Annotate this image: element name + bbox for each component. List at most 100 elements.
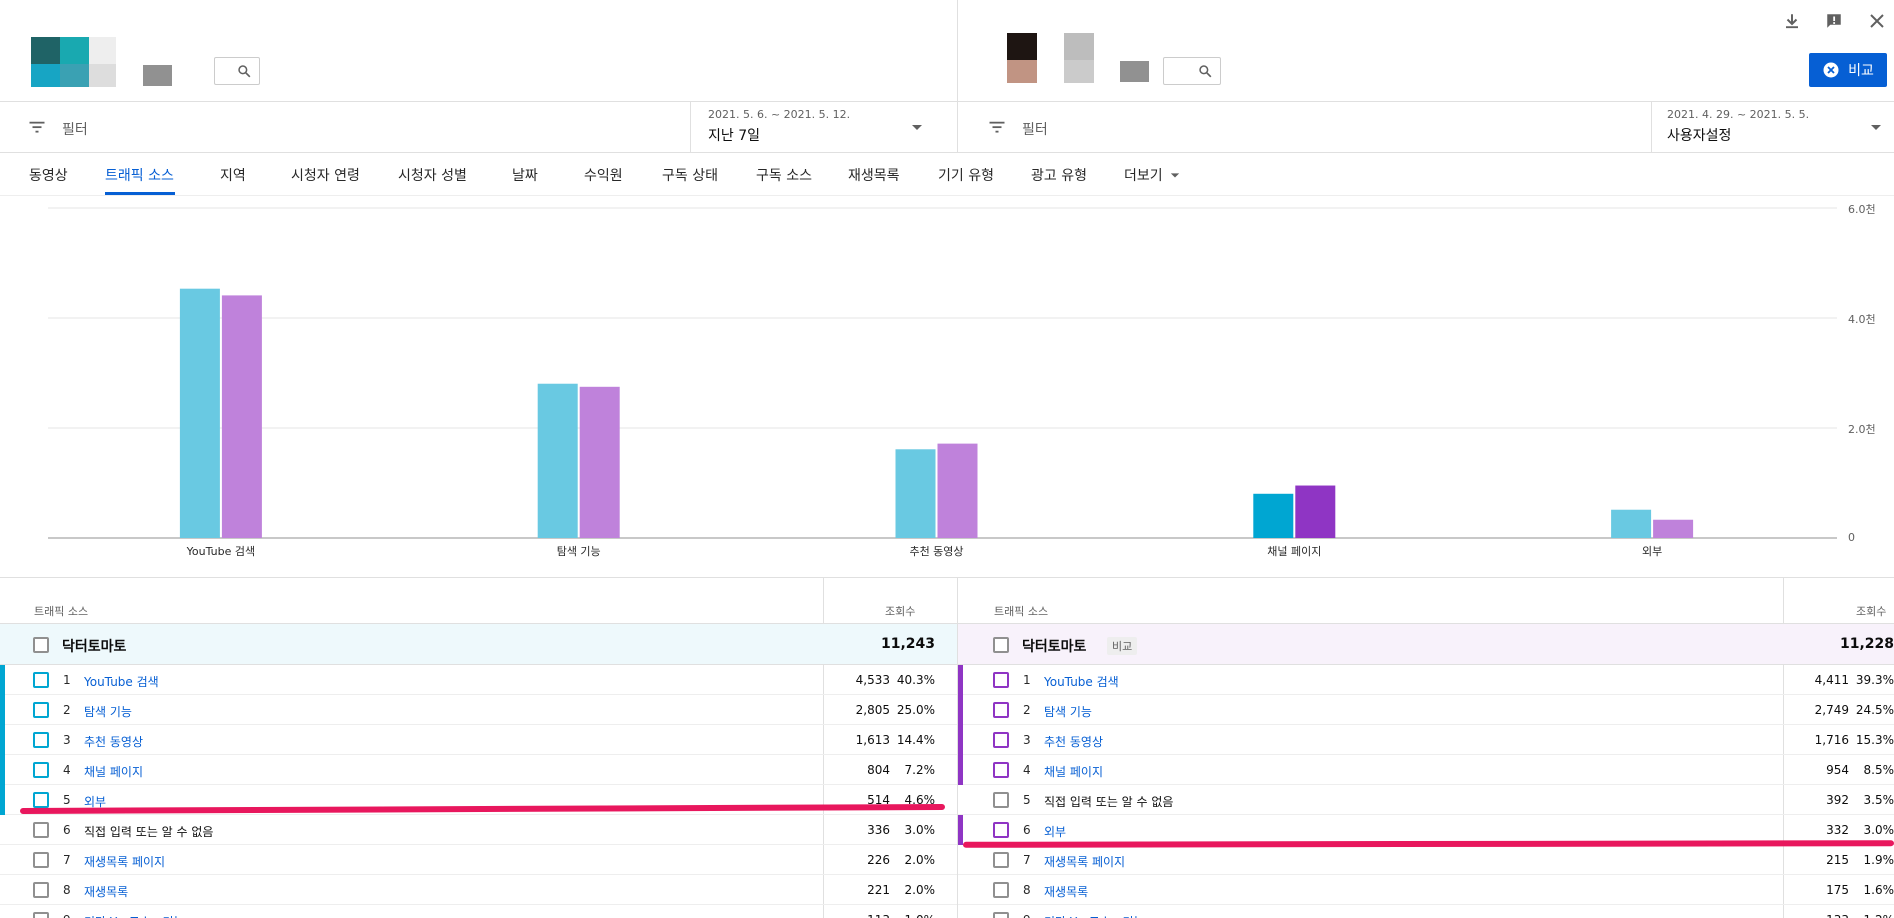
row-percent: 25.0% [896, 703, 935, 717]
row-checkbox[interactable] [993, 792, 1009, 808]
tab-viewer-gender[interactable]: 시청자 성별 [398, 165, 467, 185]
row-checkbox[interactable] [33, 852, 49, 868]
total-checkbox[interactable] [33, 637, 49, 653]
row-checkbox[interactable] [33, 882, 49, 898]
tab-more[interactable]: 더보기 [1124, 165, 1180, 185]
row-checkbox[interactable] [993, 882, 1009, 898]
row-rank: 8 [1023, 883, 1031, 897]
row-views: 336 [867, 823, 890, 837]
series-color-stripe [958, 755, 963, 785]
period-label: 지난 7일 [708, 128, 760, 144]
row-source-name[interactable]: YouTube 검색 [84, 673, 159, 690]
dropdown-arrow-icon [1871, 125, 1881, 130]
row-percent: 1.9% [1863, 853, 1894, 867]
total-checkbox[interactable] [993, 637, 1009, 653]
row-source-name[interactable]: YouTube 검색 [1044, 673, 1119, 690]
row-checkbox[interactable] [993, 822, 1009, 838]
table-row[interactable]: 1 YouTube 검색 4,533 40.3% [0, 665, 957, 695]
table-row[interactable]: 6 직접 입력 또는 알 수 없음 336 3.0% [0, 815, 957, 845]
row-checkbox[interactable] [993, 762, 1009, 778]
tab-videos[interactable]: 동영상 [29, 165, 68, 185]
left-filter-bar[interactable]: 필터 [0, 102, 690, 152]
table-row[interactable]: 4 채널 페이지 954 8.5% [958, 755, 1894, 785]
table-row[interactable]: 9 기타 YouTube 기능 133 1.2% [958, 905, 1894, 918]
tab-subscription-status[interactable]: 구독 상태 [662, 165, 718, 185]
column-header-views[interactable]: 조회수 [885, 603, 915, 619]
compare-channel-search-box[interactable] [1163, 57, 1221, 85]
table-row[interactable]: 8 재생목록 175 1.6% [958, 875, 1894, 905]
row-source-name[interactable]: 재생목록 페이지 [84, 853, 165, 870]
table-row[interactable]: 4 채널 페이지 804 7.2% [0, 755, 957, 785]
x-tick-label: YouTube 검색 [186, 545, 256, 558]
row-checkbox[interactable] [33, 672, 49, 688]
tab-traffic-source[interactable]: 트래픽 소스 [105, 165, 174, 185]
compare-badge: 비교 [1107, 637, 1138, 655]
row-percent: 40.3% [896, 673, 935, 687]
row-checkbox[interactable] [993, 672, 1009, 688]
row-views: 392 [1826, 793, 1849, 807]
table-row[interactable]: 2 탐색 기능 2,749 24.5% [958, 695, 1894, 725]
row-source-name[interactable]: 외부 [1044, 823, 1066, 840]
table-row[interactable]: 3 추천 동영상 1,716 15.3% [958, 725, 1894, 755]
row-checkbox[interactable] [993, 912, 1009, 918]
row-rank: 2 [1023, 703, 1031, 717]
table-row[interactable]: 2 탐색 기능 2,805 25.0% [0, 695, 957, 725]
row-checkbox[interactable] [993, 732, 1009, 748]
row-checkbox[interactable] [33, 912, 49, 918]
right-filter-bar[interactable]: 필터 [958, 102, 1651, 152]
column-header-views[interactable]: 조회수 [1856, 603, 1886, 619]
row-checkbox[interactable] [993, 702, 1009, 718]
row-source-name[interactable]: 재생목록 [84, 883, 128, 900]
right-date-picker[interactable]: 2021. 4. 29. ~ 2021. 5. 5. 사용자설정 [1652, 102, 1894, 152]
row-rank: 4 [1023, 763, 1031, 777]
tab-viewer-age[interactable]: 시청자 연령 [291, 165, 360, 185]
table-row[interactable]: 8 재생목록 221 2.0% [0, 875, 957, 905]
row-source-name[interactable]: 채널 페이지 [1044, 763, 1103, 780]
series-color-stripe [958, 665, 963, 695]
tab-geography[interactable]: 지역 [220, 165, 246, 185]
download-icon[interactable] [1783, 12, 1801, 30]
table-row[interactable]: 3 추천 동영상 1,613 14.4% [0, 725, 957, 755]
row-checkbox[interactable] [993, 852, 1009, 868]
y-tick-label: 6.0천 [1848, 203, 1876, 216]
row-checkbox[interactable] [33, 732, 49, 748]
tab-ad-type[interactable]: 광고 유형 [1031, 165, 1087, 185]
filter-icon [989, 121, 1005, 133]
row-source-name[interactable]: 탐색 기능 [84, 703, 132, 720]
row-views: 954 [1826, 763, 1849, 777]
bar-current-period [895, 449, 936, 538]
row-source-name[interactable]: 기타 YouTube 기능 [84, 913, 185, 918]
table-row[interactable]: 7 재생목록 페이지 215 1.9% [958, 845, 1894, 875]
feedback-icon[interactable] [1825, 12, 1843, 30]
row-source-name[interactable]: 재생목록 페이지 [1044, 853, 1125, 870]
row-percent: 3.0% [1863, 823, 1894, 837]
table-row[interactable]: 1 YouTube 검색 4,411 39.3% [958, 665, 1894, 695]
analytics-compare-view: 비교 필터 2021. 5. 6. ~ 2021. 5. 12. 지난 7일 필… [0, 0, 1894, 918]
row-checkbox[interactable] [33, 762, 49, 778]
channel-search-box[interactable] [214, 57, 260, 85]
row-source-name[interactable]: 추천 동영상 [84, 733, 143, 750]
row-source-name[interactable]: 추천 동영상 [1044, 733, 1103, 750]
tab-device-type[interactable]: 기기 유형 [938, 165, 994, 185]
row-source-name[interactable]: 탐색 기능 [1044, 703, 1092, 720]
tab-playlist[interactable]: 재생목록 [848, 165, 900, 185]
series-color-stripe [958, 725, 963, 755]
row-source-name[interactable]: 채널 페이지 [84, 763, 143, 780]
close-icon[interactable] [1868, 12, 1886, 30]
row-source-name[interactable]: 재생목록 [1044, 883, 1088, 900]
tab-subscription-source[interactable]: 구독 소스 [756, 165, 812, 185]
compare-channel-name-blurred [1120, 61, 1149, 82]
row-source-name[interactable]: 기타 YouTube 기능 [1044, 913, 1145, 918]
table-row[interactable]: 7 재생목록 페이지 226 2.0% [0, 845, 957, 875]
tab-revenue-source[interactable]: 수익원 [584, 165, 623, 185]
table-row[interactable]: 5 직접 입력 또는 알 수 없음 392 3.5% [958, 785, 1894, 815]
row-checkbox[interactable] [33, 822, 49, 838]
table-row[interactable]: 9 기타 YouTube 기능 113 1.0% [0, 905, 957, 918]
row-checkbox[interactable] [33, 702, 49, 718]
tab-date[interactable]: 날짜 [512, 165, 538, 185]
left-date-picker[interactable]: 2021. 5. 6. ~ 2021. 5. 12. 지난 7일 [691, 102, 957, 152]
row-checkbox[interactable] [33, 792, 49, 808]
row-views: 175 [1826, 883, 1849, 897]
compare-button[interactable]: 비교 [1809, 53, 1887, 87]
chevron-down-icon [1170, 173, 1180, 178]
